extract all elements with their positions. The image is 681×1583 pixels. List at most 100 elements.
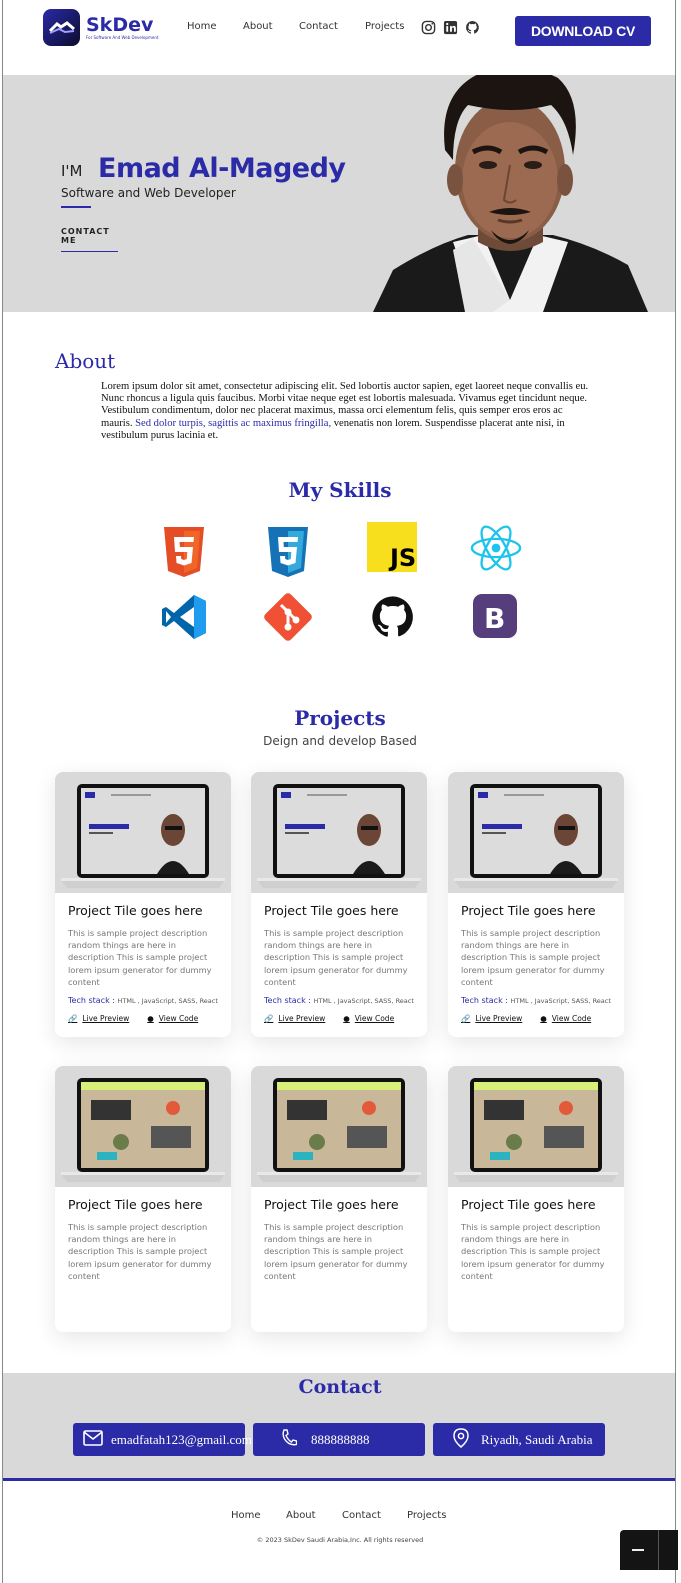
email-text: emadfatah123@gmail.com — [111, 1431, 252, 1447]
tech-stack-list: HTML , JavaScript, SASS, React — [313, 997, 414, 1005]
contact-title: Contact — [298, 1376, 382, 1398]
tech-stack-label: Tech stack : — [264, 996, 311, 1005]
site-header: SkDev For Software And Web Development H… — [3, 0, 675, 75]
nav-projects[interactable]: Projects — [365, 21, 405, 32]
project-tech: Tech stack : HTML , JavaScript, SASS, Re… — [68, 996, 218, 1005]
git-icon — [262, 591, 314, 643]
tech-stack-list: HTML , JavaScript, SASS, React — [510, 997, 611, 1005]
about-text: Lorem ipsum dolor sit amet, consectetur … — [101, 381, 591, 442]
project-card: Project Tile goes here This is sample pr… — [448, 772, 624, 1037]
minimize-button[interactable] — [620, 1530, 678, 1570]
nav-home[interactable]: Home — [187, 21, 243, 32]
footer-nav-about[interactable]: About — [286, 1510, 342, 1521]
live-preview-label: Live Preview — [82, 1014, 130, 1023]
project-card: Project Tile goes here This is sample pr… — [448, 1066, 624, 1332]
hero-divider — [61, 206, 91, 208]
project-thumbnail — [251, 772, 427, 893]
about-text-link: Sed dolor turpis, sagittis ac maximus fr… — [135, 417, 332, 429]
project-title: Project Tile goes here — [264, 1197, 399, 1212]
portrait-image — [373, 75, 648, 312]
contact-divider — [3, 1478, 675, 1481]
footer-nav: Home About Contact Projects — [231, 1510, 446, 1521]
project-description: This is sample project description rando… — [68, 1222, 212, 1281]
hero-section: I'M Emad Al-Magedy Software and Web Deve… — [3, 75, 675, 312]
tech-stack-list: HTML , JavaScript, SASS, React — [117, 997, 218, 1005]
project-card: Project Tile goes here This is sample pr… — [55, 772, 231, 1037]
footer-nav-home[interactable]: Home — [231, 1510, 286, 1521]
phone-contact[interactable]: 888888888 — [253, 1423, 425, 1456]
project-description: This is sample project description rando… — [264, 1222, 408, 1281]
page: SkDev For Software And Web Development H… — [2, 0, 676, 1583]
project-tech: Tech stack : HTML , JavaScript, SASS, Re… — [264, 996, 414, 1005]
download-cv-button[interactable]: DOWNLOAD CV — [515, 16, 651, 46]
footer-nav-projects[interactable]: Projects — [407, 1510, 446, 1521]
view-code-link[interactable]: ● View Code — [147, 1014, 198, 1023]
project-description: This is sample project description rando… — [264, 928, 408, 987]
mail-icon — [83, 1429, 103, 1450]
copyright-text: © 2023 SkDev Saudi Arabia,Inc. All right… — [256, 1536, 424, 1544]
project-description: This is sample project description rando… — [461, 1222, 605, 1281]
project-thumbnail — [55, 1066, 231, 1187]
view-code-label: View Code — [551, 1014, 592, 1023]
link-icon: 🔗 — [264, 1014, 274, 1023]
project-title: Project Tile goes here — [264, 903, 399, 918]
css3-icon — [262, 526, 314, 578]
project-description: This is sample project description rando… — [68, 928, 212, 987]
view-code-label: View Code — [158, 1014, 199, 1023]
github-icon: ● — [343, 1014, 350, 1023]
view-code-label: View Code — [354, 1014, 395, 1023]
nav-about[interactable]: About — [243, 21, 299, 32]
projects-title: Projects — [294, 706, 386, 730]
view-code-link[interactable]: ● View Code — [343, 1014, 394, 1023]
project-title: Project Tile goes here — [461, 1197, 596, 1212]
nav-contact[interactable]: Contact — [299, 21, 365, 32]
github-icon: ● — [540, 1014, 547, 1023]
project-card: Project Tile goes here This is sample pr… — [55, 1066, 231, 1332]
view-code-link[interactable]: ● View Code — [540, 1014, 591, 1023]
link-icon: 🔗 — [68, 1014, 78, 1023]
html5-icon — [158, 526, 210, 578]
contact-section: Contact emadfatah123@gmail.com 888888888… — [3, 1373, 675, 1478]
react-icon — [470, 522, 522, 574]
logo[interactable]: SkDev For Software And Web Development — [43, 9, 158, 46]
email-contact[interactable]: emadfatah123@gmail.com — [73, 1423, 252, 1456]
tech-stack-label: Tech stack : — [461, 996, 508, 1005]
javascript-icon: JS — [367, 522, 417, 572]
project-card: Project Tile goes here This is sample pr… — [251, 772, 427, 1037]
project-thumbnail — [448, 772, 624, 893]
live-preview-link[interactable]: 🔗 Live Preview — [461, 1014, 522, 1023]
contact-me-button[interactable]: CONTACT ME — [61, 227, 118, 252]
bootstrap-icon: B — [472, 593, 518, 639]
github-icon[interactable] — [464, 19, 480, 35]
footer-nav-contact[interactable]: Contact — [342, 1510, 407, 1521]
project-thumbnail — [55, 772, 231, 893]
project-card: Project Tile goes here This is sample pr… — [251, 1066, 427, 1332]
link-icon: 🔗 — [461, 1014, 471, 1023]
live-preview-label: Live Preview — [475, 1014, 523, 1023]
github-octocat-icon — [367, 591, 419, 643]
skills-title: My Skills — [288, 478, 392, 502]
phone-icon — [281, 1428, 298, 1451]
live-preview-link[interactable]: 🔗 Live Preview — [264, 1014, 325, 1023]
about-title: About — [55, 349, 116, 373]
project-thumbnail — [448, 1066, 624, 1187]
location-pin-icon — [453, 1427, 469, 1452]
main-nav: Home About Contact Projects — [187, 21, 405, 32]
project-description: This is sample project description rando… — [461, 928, 605, 987]
linkedin-icon[interactable] — [442, 19, 458, 35]
svg-text:JS: JS — [388, 544, 416, 572]
live-preview-label: Live Preview — [278, 1014, 326, 1023]
live-preview-link[interactable]: 🔗 Live Preview — [68, 1014, 129, 1023]
location-contact[interactable]: Riyadh, Saudi Arabia — [433, 1423, 605, 1456]
button-separator — [658, 1530, 659, 1570]
minimize-icon — [632, 1549, 644, 1551]
vscode-icon — [158, 591, 210, 643]
logo-mark-icon — [43, 9, 80, 46]
logo-tagline: For Software And Web Development — [86, 35, 159, 40]
location-text: Riyadh, Saudi Arabia — [481, 1431, 593, 1447]
project-thumbnail — [251, 1066, 427, 1187]
instagram-icon[interactable] — [420, 19, 436, 35]
phone-text: 888888888 — [311, 1431, 370, 1447]
project-tech: Tech stack : HTML , JavaScript, SASS, Re… — [461, 996, 611, 1005]
hero-role: Software and Web Developer — [61, 186, 236, 200]
